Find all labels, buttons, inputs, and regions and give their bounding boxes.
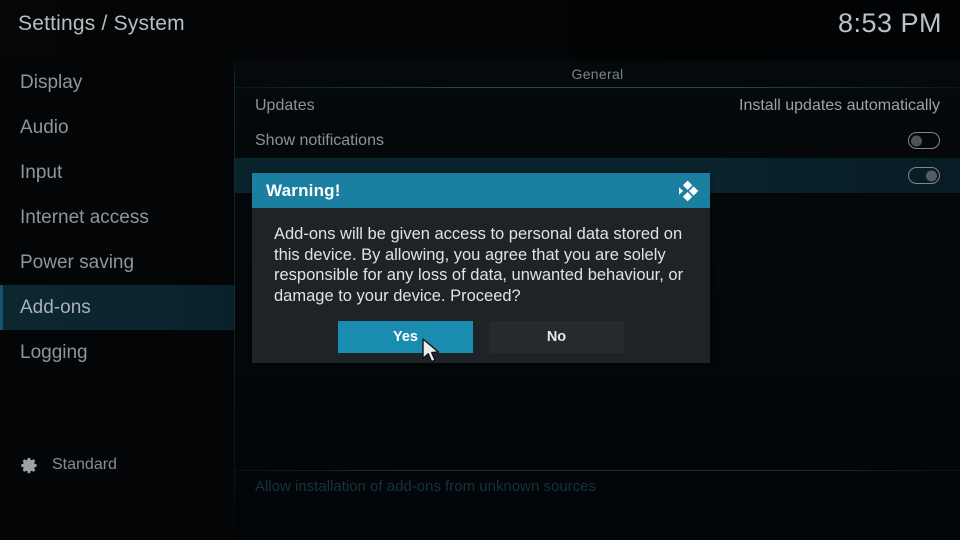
gear-icon xyxy=(20,456,39,475)
toggle-knob xyxy=(911,135,922,146)
toggle-unknown-sources[interactable] xyxy=(908,167,940,184)
sidebar-item-label: Add-ons xyxy=(20,297,91,318)
sidebar-item-internet-access[interactable]: Internet access xyxy=(0,195,235,240)
sidebar-item-input[interactable]: Input xyxy=(0,150,235,195)
setting-row-show-notifications[interactable]: Show notifications xyxy=(235,123,960,158)
sidebar-item-add-ons[interactable]: Add-ons xyxy=(0,285,235,330)
sidebar-item-label: Audio xyxy=(20,117,69,138)
sidebar-item-power-saving[interactable]: Power saving xyxy=(0,240,235,285)
settings-level-selector[interactable]: Standard xyxy=(0,445,235,485)
kodi-settings-screen: Settings / System 8:53 PM Display Audio … xyxy=(0,0,960,540)
footer-help-text: Allow installation of add-ons from unkno… xyxy=(255,478,597,495)
setting-value: Install updates automatically xyxy=(739,96,940,114)
footer-divider xyxy=(235,470,960,471)
sidebar-item-display[interactable]: Display xyxy=(0,60,235,105)
dialog-message: Add-ons will be given access to personal… xyxy=(274,225,684,305)
sidebar-item-label: Internet access xyxy=(20,207,149,228)
kodi-logo-icon xyxy=(674,178,700,204)
sidebar-item-label: Input xyxy=(20,162,63,183)
section-title: General xyxy=(571,66,624,82)
sidebar-item-logging[interactable]: Logging xyxy=(0,330,235,375)
section-header: General xyxy=(235,60,960,88)
sidebar-item-label: Logging xyxy=(20,342,88,363)
dialog-header: Warning! xyxy=(252,173,710,208)
dialog-title: Warning! xyxy=(266,180,341,200)
top-bar: Settings / System 8:53 PM xyxy=(0,0,960,60)
dialog-button-row: Yes No xyxy=(252,321,710,353)
sidebar-item-audio[interactable]: Audio xyxy=(0,105,235,150)
settings-level-label: Standard xyxy=(52,456,117,473)
setting-label: Show notifications xyxy=(255,131,384,149)
setting-row-updates[interactable]: Updates Install updates automatically xyxy=(235,88,960,123)
dialog-no-button[interactable]: No xyxy=(489,321,624,353)
setting-label: Updates xyxy=(255,96,315,114)
dialog-yes-button[interactable]: Yes xyxy=(338,321,473,353)
toggle-show-notifications[interactable] xyxy=(908,132,940,149)
toggle-knob xyxy=(926,170,937,181)
sidebar-item-label: Power saving xyxy=(20,252,135,273)
sidebar-item-label: Display xyxy=(20,72,83,93)
breadcrumb: Settings / System xyxy=(18,12,185,35)
clock: 8:53 PM xyxy=(837,8,942,38)
sidebar: Display Audio Input Internet access Powe… xyxy=(0,60,235,540)
